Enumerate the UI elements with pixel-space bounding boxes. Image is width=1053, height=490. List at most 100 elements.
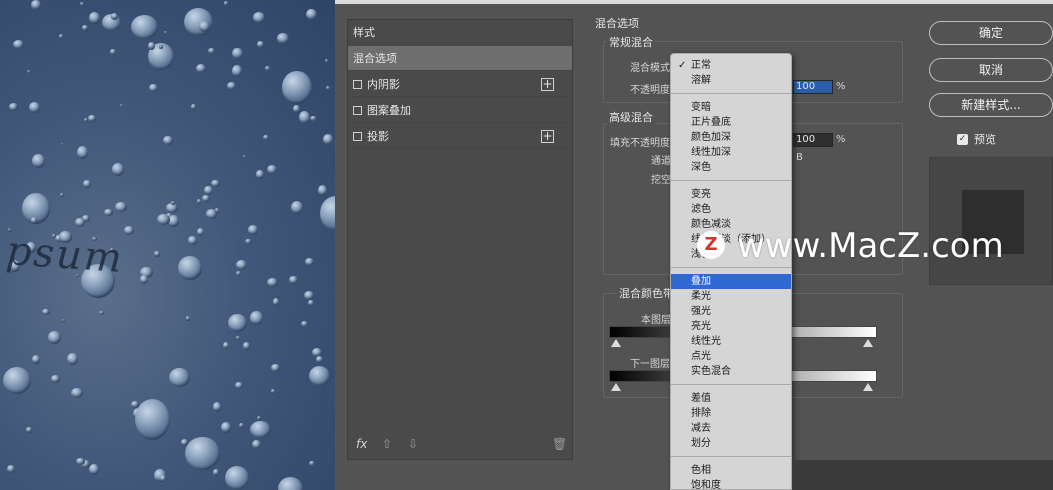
water-drop <box>207 48 216 55</box>
blend-mode-option[interactable]: 亮光 <box>671 319 791 334</box>
water-drop <box>306 9 317 21</box>
move-up-icon[interactable]: ⇧ <box>382 437 392 451</box>
this-layer-black-handle[interactable] <box>611 339 621 347</box>
underlying-black-handle[interactable] <box>611 383 621 391</box>
blend-mode-option[interactable]: 线性光 <box>671 334 791 349</box>
add-inner-shadow-icon[interactable]: + <box>541 78 554 91</box>
pattern-overlay-checkbox[interactable] <box>353 105 362 115</box>
water-drop <box>238 422 244 429</box>
trash-icon[interactable]: 🗑 <box>552 437 567 451</box>
new-style-button[interactable]: 新建样式... <box>929 93 1053 117</box>
style-item-pattern-overlay[interactable]: 图案叠加 <box>348 98 572 123</box>
blend-mode-option-label: 变亮 <box>691 189 711 200</box>
water-drop <box>251 439 262 450</box>
water-drop <box>212 402 222 413</box>
preview-checkbox[interactable]: ✓ <box>957 133 968 145</box>
opacity-field[interactable]: 100 <box>793 80 833 94</box>
blend-mode-option[interactable]: 实色混合 <box>671 364 791 379</box>
blend-mode-option[interactable]: 颜色加深 <box>671 130 791 145</box>
water-drop <box>71 387 84 399</box>
knockout-label: 挖空 <box>651 175 671 186</box>
checkmark-icon: ✓ <box>678 60 687 71</box>
blend-mode-option[interactable]: 饱和度 <box>671 478 791 489</box>
blend-mode-option[interactable]: ✓ 正常 <box>671 58 791 73</box>
advanced-blending-title: 高级混合 <box>607 109 655 125</box>
style-item-label: 内阴影 <box>367 78 400 91</box>
blend-mode-option[interactable]: 深色 <box>671 160 791 175</box>
water-drop <box>228 313 248 333</box>
water-drop <box>231 64 243 77</box>
style-item-label: 混合选项 <box>353 52 397 65</box>
blend-mode-option[interactable]: 划分 <box>671 436 791 451</box>
style-list-header[interactable]: 样式 <box>348 20 572 45</box>
blend-mode-option-label: 划分 <box>691 438 711 449</box>
blend-mode-option[interactable]: 线性加深 <box>671 145 791 160</box>
blend-mode-option-label: 排除 <box>691 408 711 419</box>
cancel-button[interactable]: 取消 <box>929 58 1053 82</box>
water-drop <box>213 469 220 476</box>
water-drop <box>224 1 229 7</box>
blend-mode-option[interactable]: 滤色 <box>671 202 791 217</box>
blend-mode-option[interactable]: 差值 <box>671 391 791 406</box>
blending-options-title: 混合选项 <box>595 17 639 30</box>
fx-icon[interactable]: fx <box>356 437 367 451</box>
blend-mode-option[interactable]: 正片叠底 <box>671 115 791 130</box>
blend-mode-option[interactable]: 柔光 <box>671 289 791 304</box>
preview-label: 预览 <box>974 133 996 146</box>
blend-mode-option[interactable]: 变亮 <box>671 187 791 202</box>
style-item-blending-options[interactable]: 混合选项 <box>348 46 572 71</box>
water-drop <box>315 355 323 363</box>
fill-opacity-label: 填充不透明度 <box>610 138 670 149</box>
style-item-drop-shadow[interactable]: 投影 + <box>348 124 572 149</box>
blend-mode-option[interactable]: 溶解 <box>671 73 791 88</box>
dialog-titlebar[interactable] <box>335 0 1053 4</box>
water-drop <box>272 297 280 306</box>
blend-mode-option[interactable]: 色相 <box>671 463 791 478</box>
water-drop <box>61 318 65 323</box>
menu-separator <box>671 456 791 457</box>
water-drop <box>149 83 159 92</box>
water-drop <box>163 135 173 145</box>
water-drop <box>158 44 164 49</box>
style-item-inner-shadow[interactable]: 内阴影 + <box>348 72 572 97</box>
watermark-text: www.MacZ.com <box>737 226 1004 266</box>
blend-mode-option-label: 叠加 <box>691 276 711 287</box>
water-drop <box>157 213 171 225</box>
blend-mode-option[interactable]: 减去 <box>671 421 791 436</box>
drop-shadow-checkbox[interactable] <box>353 131 362 141</box>
blend-mode-option[interactable]: 变暗 <box>671 100 791 115</box>
style-list-footer: fx ⇧ ⇩ 🗑 <box>348 431 572 459</box>
inner-shadow-checkbox[interactable] <box>353 79 362 89</box>
add-drop-shadow-icon[interactable]: + <box>541 130 554 143</box>
water-drop <box>187 236 198 245</box>
layers-panel-strip <box>792 460 1053 490</box>
blend-mode-option[interactable]: 点光 <box>671 349 791 364</box>
water-drop <box>2 366 32 395</box>
blend-mode-option-label: 正片叠底 <box>691 117 731 128</box>
blend-mode-option-label: 线性加深 <box>691 147 731 158</box>
move-down-icon[interactable]: ⇩ <box>408 437 418 451</box>
water-drop <box>12 39 24 50</box>
underlying-white-handle[interactable] <box>863 383 873 391</box>
water-drop <box>196 227 205 237</box>
water-drop <box>82 180 91 188</box>
water-drop <box>301 321 309 328</box>
water-drop <box>304 290 315 301</box>
water-drop <box>270 388 275 394</box>
water-drop <box>250 310 263 325</box>
blend-mode-option[interactable]: 排除 <box>671 406 791 421</box>
preview-toggle[interactable]: ✓ 预览 <box>957 131 996 147</box>
water-drop <box>201 194 210 202</box>
channels-label: 通道 <box>651 156 671 167</box>
blend-mode-option[interactable]: 叠加 <box>671 274 791 289</box>
blend-mode-option[interactable]: 强光 <box>671 304 791 319</box>
this-layer-white-handle[interactable] <box>863 339 873 347</box>
water-drop <box>30 216 38 224</box>
water-drop <box>168 215 179 228</box>
water-drop <box>304 257 315 266</box>
water-drop <box>290 200 303 214</box>
ok-button[interactable]: 确定 <box>929 21 1053 45</box>
water-drop <box>221 421 232 433</box>
water-drop <box>309 460 315 466</box>
fill-opacity-field[interactable]: 100 <box>793 133 833 147</box>
